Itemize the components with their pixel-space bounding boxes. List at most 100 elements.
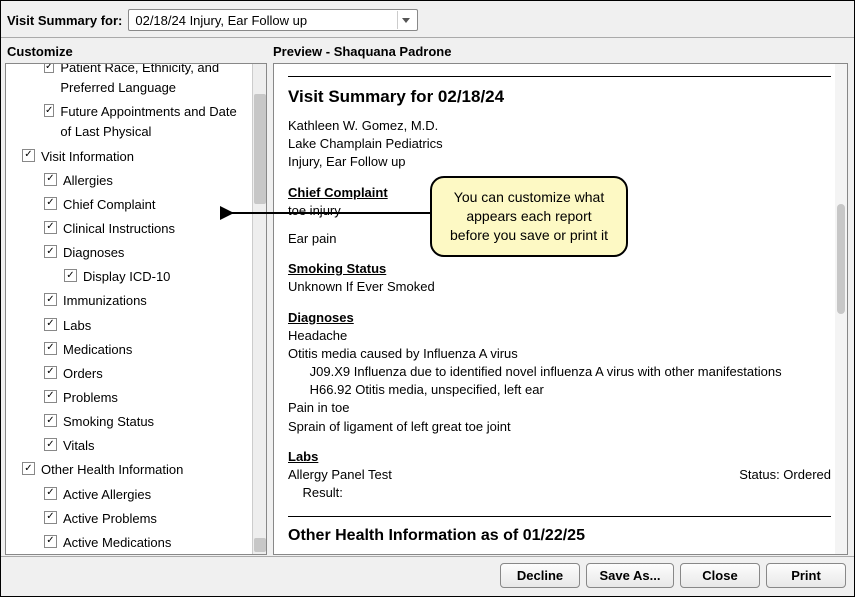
checkbox[interactable]: ✓ [44,390,57,403]
checkbox[interactable]: ✓ [44,487,57,500]
checkbox-row[interactable]: ✓ Chief Complaint [12,193,250,217]
checkbox-row[interactable]: ✓ Visit Information [12,145,250,169]
chevron-down-icon [397,11,413,29]
checkbox[interactable]: ✓ [44,414,57,427]
close-button[interactable]: Close [680,563,760,588]
checkbox-label: Other Health Information [41,460,183,480]
visit-reason: Injury, Ear Follow up [288,153,831,171]
checkbox-row[interactable]: ✓ Medications [12,338,250,362]
checkbox-label: Clinical Instructions [63,219,175,239]
checkbox-label: Patient Race, Ethnicity, and Preferred L… [60,63,250,98]
section-diagnoses: Diagnoses Headache Otitis media caused b… [288,309,831,436]
checkbox-label: Active Allergies [63,485,151,505]
checkbox[interactable]: ✓ [44,318,57,331]
visit-summary-label: Visit Summary for: [7,13,122,28]
divider [288,76,831,77]
labs-heading: Labs [288,448,831,466]
checkbox-label: Medications [63,340,132,360]
chief-complaint-item: toe injury [288,202,831,220]
dx-item: Headache [288,327,831,345]
checkbox[interactable]: ✓ [44,293,57,306]
checkbox-row[interactable]: ✓ Active Allergies [12,483,250,507]
practice-name: Lake Champlain Pediatrics [288,135,831,153]
doc-meta: Kathleen W. Gomez, M.D. Lake Champlain P… [288,117,831,172]
decline-button[interactable]: Decline [500,563,580,588]
checkbox-row[interactable]: ✓ Immunizations [12,289,250,313]
preview-scrollbar[interactable] [835,64,847,554]
visit-select[interactable]: 02/18/24 Injury, Ear Follow up [128,9,418,31]
checkbox-label: Problems [63,388,118,408]
checkbox-label: Diagnoses [63,243,124,263]
checkbox[interactable]: ✓ [44,342,57,355]
checkbox[interactable]: ✓ [44,245,57,258]
checkbox-row[interactable]: ✓ Future Appointments and Date of Last Ph… [12,100,250,144]
preview-title: Preview - Shaquana Padrone [273,42,848,63]
preview-document: Visit Summary for 02/18/24 Kathleen W. G… [274,64,847,553]
preview-pane: Preview - Shaquana Padrone Visit Summary… [267,38,854,556]
checkbox[interactable]: ✓ [44,197,57,210]
lab-status: Status: Ordered [739,466,831,484]
checkbox[interactable]: ✓ [44,438,57,451]
checkbox[interactable]: ✓ [44,511,57,524]
checkbox-row[interactable]: ✓ Diagnoses [12,241,250,265]
checkbox-label: Immunizations [63,291,147,311]
checkbox-label: Future Appointments and Date of Last Phy… [60,102,250,142]
other-info-heading: Other Health Information as of 01/22/25 [288,527,831,545]
dx-item: Pain in toe [288,399,831,417]
checkbox-row[interactable]: ✓ Active Medications [12,531,250,555]
footer-buttons: Decline Save As... Close Print [1,556,854,594]
checkbox-row[interactable]: ✓Vitals [12,434,250,458]
topbar: Visit Summary for: 02/18/24 Injury, Ear … [1,1,854,38]
scrollbar-thumb[interactable] [254,94,266,204]
dx-item: Otitis media caused by Influenza A virus [288,345,831,363]
checkbox[interactable]: ✓ [44,104,54,117]
main-panes: Customize ✓ Patient Race, Ethnicity, and … [1,38,854,556]
checkbox-row[interactable]: ✓Display ICD-10 [12,265,250,289]
checkbox-row[interactable]: ✓ Labs [12,314,250,338]
dx-item: Sprain of ligament of left great toe joi… [288,418,831,436]
checkbox[interactable]: ✓ [44,366,57,379]
checkbox-row[interactable]: ✓ Clinical Instructions [12,217,250,241]
checkbox-label: Visit Information [41,147,134,167]
checkbox-label: Labs [63,316,91,336]
save-as-button[interactable]: Save As... [586,563,674,588]
checkbox-row[interactable]: ✓ Problems [12,386,250,410]
checkbox[interactable]: ✓ [22,462,35,475]
scrollbar-thumb[interactable] [837,204,845,314]
customize-title: Customize [5,42,267,63]
checkbox-label: Orders [63,364,103,384]
checkbox-row[interactable]: ✓ Active Problems [12,507,250,531]
checkbox-label: Chief Complaint [63,195,156,215]
checkbox[interactable]: ✓ [22,149,35,162]
provider-name: Kathleen W. Gomez, M.D. [288,117,831,135]
smoking-value: Unknown If Ever Smoked [288,278,831,296]
section-labs: Labs Allergy Panel Test Status: Ordered … [288,448,831,503]
customize-tree-wrap: ✓ Patient Race, Ethnicity, and Preferred … [5,63,267,555]
print-button[interactable]: Print [766,563,846,588]
checkbox-label: Active Problems [63,509,157,529]
checkbox-label: Active Medications [63,533,171,553]
lab-result: Result: [288,484,831,502]
checkbox[interactable]: ✓ [44,535,57,548]
scrollbar-down[interactable] [254,538,266,552]
checkbox-row[interactable]: ✓ Patient Race, Ethnicity, and Preferred … [12,63,250,100]
visit-select-value: 02/18/24 Injury, Ear Follow up [135,13,307,28]
divider [288,516,831,517]
checkbox-row[interactable]: ✓Smoking Status [12,410,250,434]
dx-code: J09.X9 Influenza due to identified novel… [288,363,831,381]
checkbox-label: Allergies [63,171,113,191]
dx-code: H66.92 Otitis media, unspecified, left e… [288,381,831,399]
checkbox-row[interactable]: ✓ Allergies [12,169,250,193]
section-chief-complaint: Chief Complaint toe injury Ear pain [288,184,831,249]
checkbox[interactable]: ✓ [44,63,54,73]
customize-tree: ✓ Patient Race, Ethnicity, and Preferred … [6,64,266,555]
checkbox[interactable]: ✓ [44,173,57,186]
chief-complaint-item: Ear pain [288,230,831,248]
chief-complaint-heading: Chief Complaint [288,184,831,202]
checkbox-row[interactable]: ✓ Orders [12,362,250,386]
checkbox[interactable]: ✓ [44,221,57,234]
checkbox[interactable]: ✓ [64,269,77,282]
customize-scrollbar[interactable] [252,64,266,554]
checkbox-row[interactable]: ✓ Other Health Information [12,458,250,482]
preview-doc-wrap: Visit Summary for 02/18/24 Kathleen W. G… [273,63,848,555]
